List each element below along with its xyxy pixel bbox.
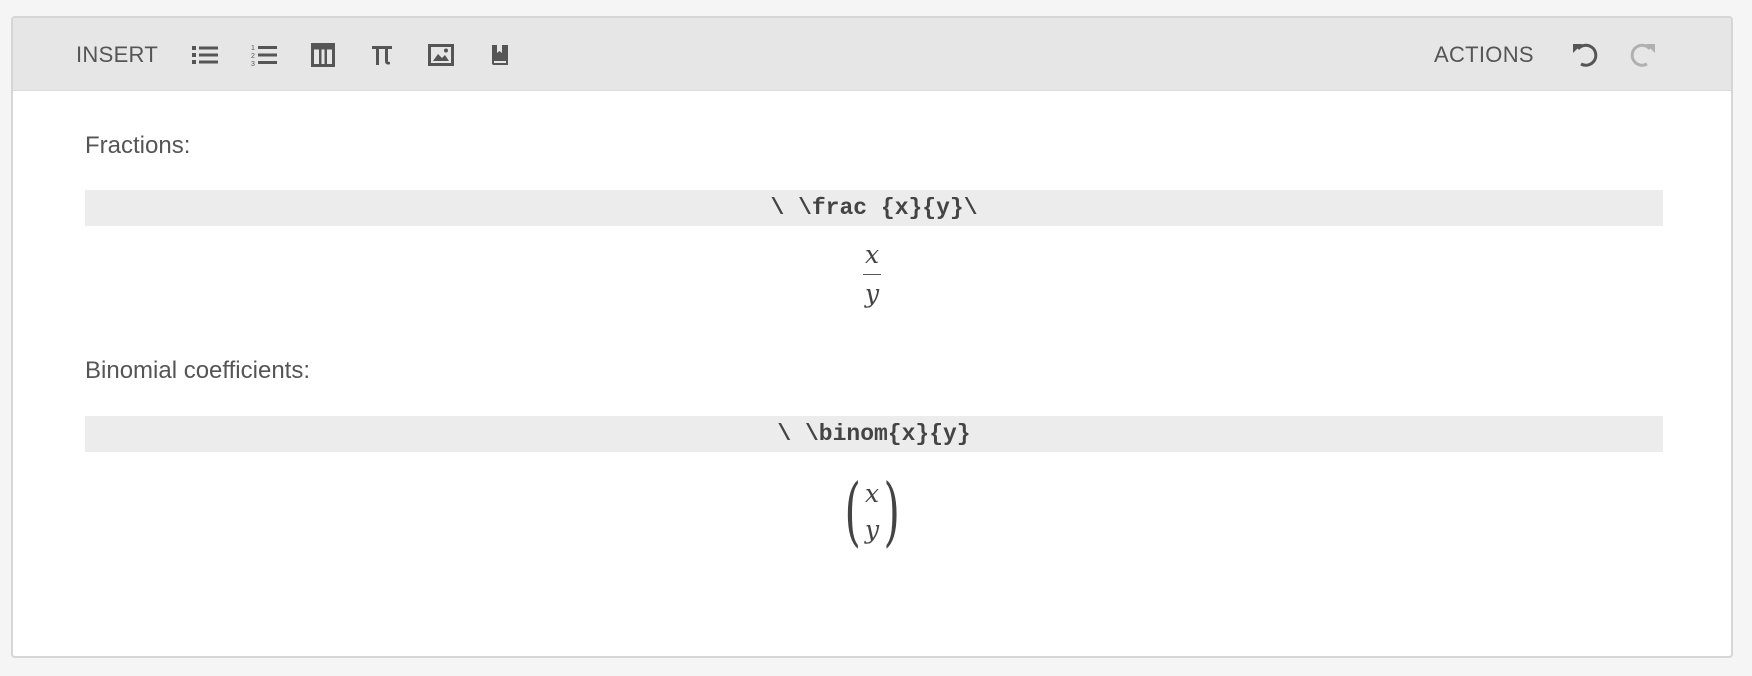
undo-button[interactable] (1568, 38, 1602, 72)
reference-button[interactable] (483, 38, 517, 72)
redo-icon (1630, 43, 1655, 67)
redo-button[interactable] (1626, 38, 1660, 72)
latex-code-block[interactable]: \ \binom{x}{y} (85, 416, 1663, 452)
table-button[interactable] (306, 38, 340, 72)
left-paren: ( (844, 468, 861, 556)
bulleted-list-button[interactable] (188, 38, 222, 72)
image-icon (428, 44, 454, 66)
right-paren: ) (883, 468, 900, 556)
svg-text:1: 1 (251, 45, 255, 52)
numbered-list-icon: 1 2 3 (251, 45, 277, 67)
section-label-fractions: Fractions: (85, 132, 191, 159)
math-button[interactable] (365, 38, 399, 72)
rendered-fraction: x y (13, 240, 1731, 309)
insert-menu-label: INSERT (76, 42, 159, 67)
numbered-list-button[interactable]: 1 2 3 (247, 38, 281, 72)
math-pi-icon (372, 46, 392, 65)
latex-code-block[interactable]: \ \frac {x}{y}\ (85, 190, 1663, 226)
fraction-denominator: y (864, 279, 880, 308)
math-editor: INSERT 1 2 3 ACTIONS Fractions: \ \frac … (11, 16, 1733, 658)
bookmark-icon (492, 45, 508, 65)
fraction-bar (863, 274, 881, 275)
editor-content[interactable]: Fractions: \ \frac {x}{y}\ x y Binomial … (13, 90, 1731, 656)
actions-menu-label: ACTIONS (1434, 42, 1534, 67)
binomial-bottom: y (864, 515, 880, 544)
section-label-binomial: Binomial coefficients: (85, 357, 310, 384)
toolbar: INSERT 1 2 3 ACTIONS (13, 18, 1731, 91)
rendered-binomial: ( x y ) (13, 468, 1731, 556)
table-icon (311, 43, 335, 67)
image-button[interactable] (424, 38, 458, 72)
undo-icon (1573, 43, 1598, 67)
fraction-numerator: x (864, 240, 880, 269)
bulleted-list-icon (192, 46, 218, 64)
svg-text:3: 3 (251, 61, 255, 67)
svg-text:2: 2 (251, 53, 255, 60)
binomial-top: x (864, 479, 880, 508)
